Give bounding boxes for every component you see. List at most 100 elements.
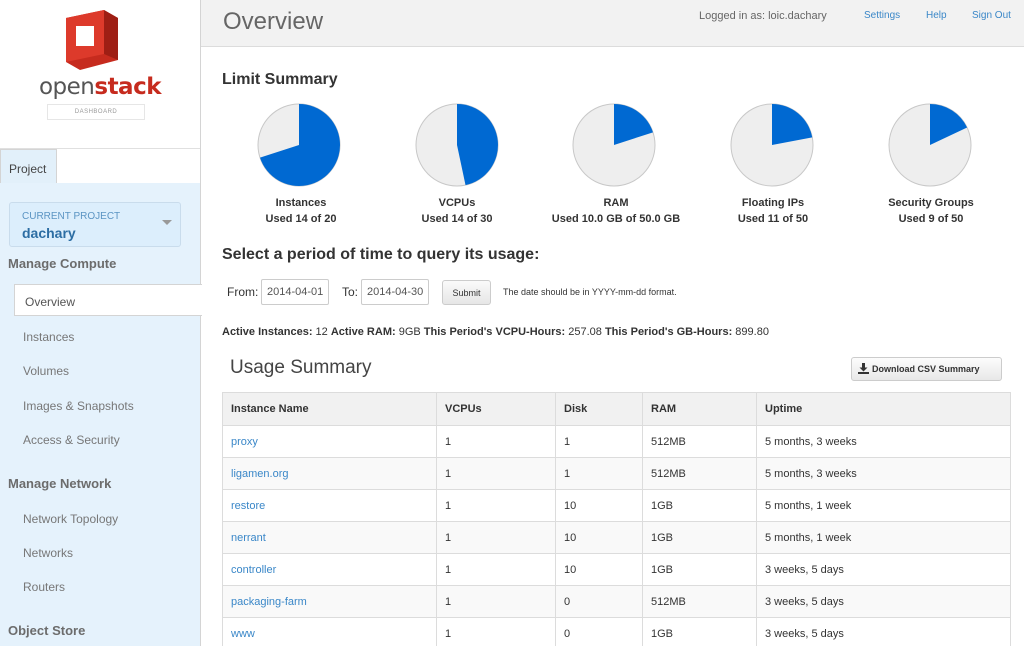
instance-name-cell[interactable]: restore	[222, 489, 437, 522]
sidebar-item-overview[interactable]: Overview	[14, 284, 202, 316]
current-project-label: CURRENT PROJECT	[22, 211, 121, 222]
to-label: To:	[342, 285, 359, 299]
column-header-uptime[interactable]: Uptime	[756, 392, 1011, 426]
column-header-vcpus[interactable]: VCPUs	[436, 392, 556, 426]
current-project-name: dachary	[22, 225, 76, 241]
gb-hours-label: This Period's GB-Hours:	[604, 326, 733, 338]
limit-usage: Used 14 of 30	[421, 213, 493, 225]
disk-cell: 0	[555, 585, 643, 618]
instance-name-cell[interactable]: controller	[222, 553, 437, 586]
pie-floating-ips	[730, 103, 814, 187]
active-ram-label: Active RAM:	[330, 326, 396, 338]
limit-usage: Used 14 of 20	[265, 213, 337, 225]
pie-ram	[572, 103, 656, 187]
active-instances-value: 12	[315, 326, 328, 338]
caret-down-icon	[162, 220, 172, 225]
vcpus-cell: 1	[436, 489, 556, 522]
help-link[interactable]: Help	[926, 10, 947, 21]
project-switcher[interactable]: CURRENT PROJECT dachary	[9, 202, 181, 247]
from-label: From:	[227, 285, 259, 299]
download-icon	[858, 363, 869, 374]
vcpu-hours-value: 257.08	[568, 326, 602, 338]
nav-heading-object-store[interactable]: Object Store	[8, 623, 85, 638]
table-row: www 1 0 1GB 3 weeks, 5 days	[222, 617, 1011, 646]
limit-label: Security Groups	[888, 197, 974, 209]
logo-subtitle: DASHBOARD	[47, 104, 145, 120]
table-row: packaging-farm 1 0 512MB 3 weeks, 5 days	[222, 585, 1011, 618]
pie-instances	[257, 103, 341, 187]
settings-link[interactable]: Settings	[864, 10, 900, 21]
instance-name-cell[interactable]: proxy	[222, 425, 437, 458]
disk-cell: 1	[555, 457, 643, 490]
usage-stats: Active Instances: 12 Active RAM: 9GB Thi…	[222, 326, 769, 338]
sidebar: openstack DASHBOARD Project CURRENT PROJ…	[0, 0, 202, 646]
active-ram-value: 9GB	[398, 326, 421, 338]
nav-heading-manage-compute[interactable]: Manage Compute	[8, 256, 116, 271]
nav-heading-manage-network[interactable]: Manage Network	[8, 476, 111, 491]
project-panel	[0, 183, 200, 646]
column-header-ram[interactable]: RAM	[642, 392, 757, 426]
uptime-cell: 3 weeks, 5 days	[756, 617, 1011, 646]
from-date-input[interactable]	[261, 279, 329, 305]
instance-name-cell[interactable]: packaging-farm	[222, 585, 437, 618]
vcpus-cell: 1	[436, 521, 556, 554]
limit-label: Instances	[275, 197, 327, 209]
pie-security-groups	[888, 103, 972, 187]
pie-vcpus	[415, 103, 499, 187]
sidebar-item-instances[interactable]: Instances	[23, 330, 74, 344]
table-row: nerrant 1 10 1GB 5 months, 1 week	[222, 521, 1011, 554]
uptime-cell: 3 weeks, 5 days	[756, 585, 1011, 618]
download-csv-button[interactable]: Download CSV Summary	[851, 357, 1002, 381]
uptime-cell: 5 months, 1 week	[756, 489, 1011, 522]
vcpus-cell: 1	[436, 617, 556, 646]
limit-label: VCPUs	[438, 197, 476, 209]
ram-cell: 1GB	[642, 553, 757, 586]
usage-summary-title: Usage Summary	[230, 357, 372, 378]
sidebar-item-routers[interactable]: Routers	[23, 580, 65, 594]
column-header-instance-name[interactable]: Instance Name	[222, 392, 437, 426]
openstack-logo[interactable]: openstack DASHBOARD	[0, 0, 200, 148]
instance-name-cell[interactable]: ligamen.org	[222, 457, 437, 490]
disk-cell: 10	[555, 489, 643, 522]
disk-cell: 1	[555, 425, 643, 458]
limit-usage: Used 11 of 50	[737, 213, 809, 225]
column-header-disk[interactable]: Disk	[555, 392, 643, 426]
submit-button[interactable]: Submit	[442, 280, 491, 305]
ram-cell: 1GB	[642, 617, 757, 646]
table-row: ligamen.org 1 1 512MB 5 months, 3 weeks	[222, 457, 1011, 490]
vcpus-cell: 1	[436, 457, 556, 490]
sidebar-item-networks[interactable]: Networks	[23, 546, 73, 560]
table-row: controller 1 10 1GB 3 weeks, 5 days	[222, 553, 1011, 586]
instance-name-cell[interactable]: nerrant	[222, 521, 437, 554]
sidebar-item-images-snapshots[interactable]: Images & Snapshots	[23, 399, 134, 413]
sidebar-item-volumes[interactable]: Volumes	[23, 364, 69, 378]
active-instances-label: Active Instances:	[222, 326, 313, 338]
openstack-cube-icon	[66, 10, 118, 70]
period-title: Select a period of time to query its usa…	[222, 246, 540, 263]
uptime-cell: 5 months, 3 weeks	[756, 425, 1011, 458]
uptime-cell: 5 months, 3 weeks	[756, 457, 1011, 490]
logo-text-open: open	[38, 74, 95, 100]
logo-text-stack: stack	[94, 74, 162, 100]
dashboard-tabs: Project	[0, 148, 200, 184]
limit-label: RAM	[603, 197, 629, 209]
table-row: restore 1 10 1GB 5 months, 1 week	[222, 489, 1011, 522]
disk-cell: 10	[555, 521, 643, 554]
uptime-cell: 5 months, 1 week	[756, 521, 1011, 554]
sidebar-item-network-topology[interactable]: Network Topology	[23, 512, 118, 526]
sign-out-link[interactable]: Sign Out	[972, 10, 1011, 21]
instance-name-cell[interactable]: www	[222, 617, 437, 646]
limit-label: Floating IPs	[741, 197, 805, 209]
usage-table: Instance Name VCPUs Disk RAM Uptime prox…	[222, 392, 1011, 646]
ram-cell: 512MB	[642, 425, 757, 458]
ram-cell: 1GB	[642, 489, 757, 522]
sidebar-item-access-security[interactable]: Access & Security	[23, 433, 120, 447]
to-date-input[interactable]	[361, 279, 429, 305]
ram-cell: 1GB	[642, 521, 757, 554]
vcpu-hours-label: This Period's VCPU-Hours:	[423, 326, 566, 338]
pie-used-slice	[457, 104, 498, 186]
tab-project[interactable]: Project	[0, 149, 57, 184]
limit-usage: Used 9 of 50	[898, 213, 964, 225]
gb-hours-value: 899.80	[735, 326, 769, 338]
ram-cell: 512MB	[642, 457, 757, 490]
